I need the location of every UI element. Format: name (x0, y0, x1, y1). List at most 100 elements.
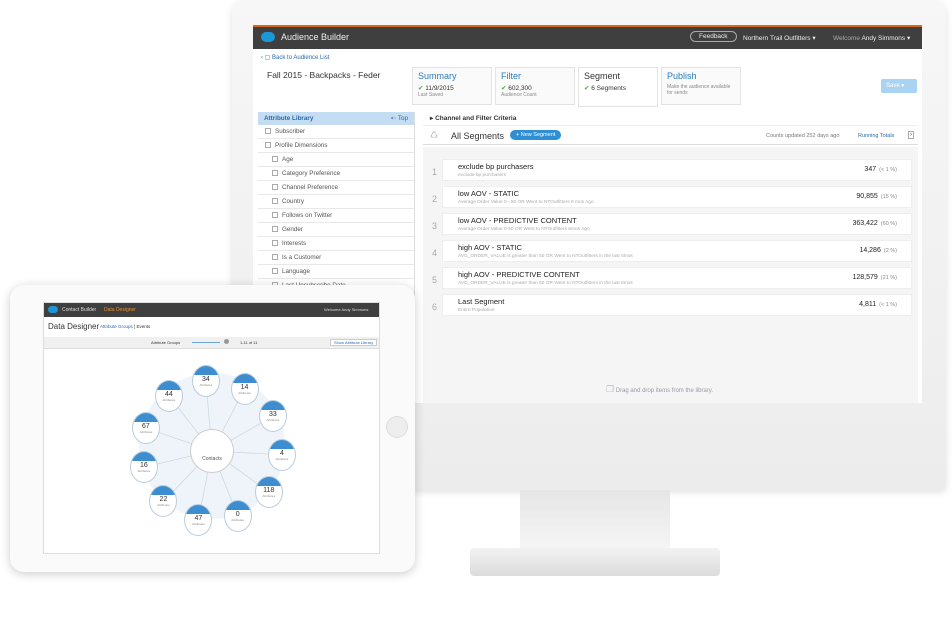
segment-row[interactable]: 3 low AOV - PREDICTIVE CONTENT Average Ord… (432, 213, 912, 235)
library-item-label: Language (282, 268, 311, 275)
expand-icon (272, 198, 278, 205)
segments-header: ♺ All Segments + New Segment Counts upda… (423, 125, 918, 145)
attribute-group-node[interactable]: 4 Attributes (267, 438, 296, 471)
segment-percent: (60 %) (880, 221, 897, 227)
group-profile-dimensions[interactable]: Profile Dimensions (258, 139, 414, 153)
segment-name: low AOV - STATIC (458, 189, 519, 198)
tab-sub: Make the audience available for sends (667, 84, 731, 96)
monitor-base (470, 548, 720, 576)
library-item-label: Follows on Twitter (282, 212, 333, 219)
segment-percent: (21 %) (880, 275, 897, 281)
segment-number: 1 (432, 167, 438, 177)
segment-description: Average Order Value 0-50 OR Went to NTOu… (458, 227, 590, 232)
library-item[interactable]: Gender (258, 223, 414, 237)
segments-icon: ♺ (430, 130, 439, 140)
chevron-right-icon[interactable]: › (908, 131, 914, 139)
top-link[interactable]: ⇠ Top (391, 115, 408, 122)
library-item[interactable]: Is a Customer (258, 251, 414, 265)
attribute-group-node[interactable]: 0 Attributes (223, 500, 252, 533)
library-title: Attribute Library (264, 115, 314, 122)
back-link[interactable]: ‹ ▢ Back to Audience List (261, 54, 329, 61)
tab-sub: Audience Count (501, 92, 537, 98)
segment-name: low AOV - PREDICTIVE CONTENT (458, 216, 577, 225)
node-caption: Attributes (238, 391, 251, 396)
segment-number: 2 (432, 194, 438, 204)
criteria-toggle[interactable]: ▸ Channel and Filter Criteria (430, 114, 516, 122)
node-caption: Attributes (137, 469, 151, 474)
library-item[interactable]: Age (258, 153, 414, 167)
feedback-button[interactable]: Feedback (690, 31, 737, 42)
tab-value: 602,300 (508, 85, 532, 92)
contacts-label: Contacts (202, 456, 222, 462)
attribute-group-node[interactable]: 47 Attributes (184, 503, 213, 536)
segment-row[interactable]: 2 low AOV - STATIC Average Order Value 0 -… (432, 186, 912, 208)
attribute-group-node[interactable]: 118 Attributes (254, 475, 283, 508)
library-header: Attribute Library ⇠ Top (258, 112, 414, 125)
attribute-group-node[interactable]: 34 Attributes (191, 365, 220, 398)
attribute-group-node[interactable]: 16 Attributes (129, 451, 158, 484)
attribute-group-node[interactable]: 44 Attributes (154, 379, 183, 412)
tab-publish[interactable]: Publish Make the audience available for s… (661, 67, 741, 105)
expand-icon (272, 226, 278, 233)
library-item[interactable]: Category Preference (258, 167, 414, 181)
segment-count: 14,286 (859, 247, 881, 254)
node-count: 34 (201, 376, 210, 384)
library-item[interactable]: Interests (258, 237, 414, 251)
segment-name: high AOV - STATIC (458, 243, 522, 252)
library-item[interactable]: Channel Preference (258, 181, 414, 195)
node-caption: Attributes (262, 493, 276, 498)
attribute-group-node[interactable]: 14 Attributes (230, 373, 259, 406)
segment-description: AVG_ORDER_VALUE is greater than 50 OR We… (458, 254, 633, 259)
tab-sub: Last Saved (418, 92, 444, 98)
save-button[interactable]: Save ▾ (881, 79, 917, 93)
save-label: Save (886, 83, 900, 89)
node-caption: Attributes (162, 397, 176, 402)
library-item-label: Channel Preference (282, 184, 339, 191)
node-caption: Attributes (199, 383, 213, 388)
node-count: 0 (235, 511, 240, 519)
group-label: Subscriber (275, 128, 306, 135)
library-item[interactable]: Language (258, 265, 414, 279)
tab-label: Filter (501, 71, 521, 81)
cloud-logo-icon (261, 32, 275, 42)
user-menu[interactable]: Welcome Andy Simmons ▾ (833, 34, 910, 42)
node-count: 118 (263, 486, 275, 494)
library-item[interactable]: Country (258, 195, 414, 209)
segment-number: 4 (432, 248, 438, 258)
running-totals-link[interactable]: Running Totals (858, 133, 894, 139)
tab-filter[interactable]: Filter ✔ 602,300 Audience Count (495, 67, 575, 105)
segment-row[interactable]: 1 exclude bp purchasers exclude bp purchas… (432, 159, 912, 181)
tab-label: Segment (584, 71, 621, 81)
tab-value: 11/9/2015 (425, 85, 454, 92)
segment-row[interactable]: 6 Last Segment Entire Population 4,811 (< 1 … (432, 294, 912, 316)
drop-hint: ❐ Drag and drop items from the library. (606, 384, 713, 395)
node-count: 14 (240, 384, 249, 392)
library-item-label: Is a Customer (282, 254, 322, 261)
tab-segment[interactable]: Segment ✔ 6 Segments (578, 67, 658, 107)
segment-number: 5 (432, 275, 438, 285)
library-item[interactable]: Follows on Twitter (258, 209, 414, 223)
expand-icon (265, 128, 271, 135)
segment-percent: (< 1 %) (879, 302, 897, 308)
segment-name: Last Segment (458, 297, 505, 306)
attribute-group-node[interactable]: 67 Attributes (131, 411, 160, 444)
segment-row[interactable]: 4 high AOV - STATIC AVG_ORDER_VALUE is gre… (432, 240, 912, 262)
criteria-label: Channel and Filter Criteria (435, 115, 517, 122)
org-dropdown[interactable]: Northern Trail Outfitters ▾ (743, 34, 816, 42)
contacts-hub[interactable]: Contacts (190, 429, 234, 473)
tab-summary[interactable]: Summary ✔ 11/9/2015 Last Saved (412, 67, 492, 105)
segment-count: 363,422 (852, 220, 878, 227)
group-subscriber[interactable]: Subscriber (258, 125, 414, 139)
segment-percent: (< 1 %) (879, 167, 897, 173)
node-caption: Attributes (275, 456, 289, 461)
counts-updated: Counts updated 252 days ago (766, 133, 840, 139)
library-item-label: Category Preference (282, 170, 341, 177)
expand-icon (272, 184, 278, 191)
segment-row[interactable]: 5 high AOV - PREDICTIVE CONTENT AVG_ORDER_… (432, 267, 912, 289)
welcome-label: Welcome (833, 35, 860, 42)
expand-icon (265, 142, 271, 149)
segment-count: 4,811 (859, 301, 877, 308)
org-name: Northern Trail Outfitters (743, 35, 811, 42)
segments-title: All Segments (451, 131, 505, 141)
new-segment-button[interactable]: + New Segment (510, 130, 562, 140)
